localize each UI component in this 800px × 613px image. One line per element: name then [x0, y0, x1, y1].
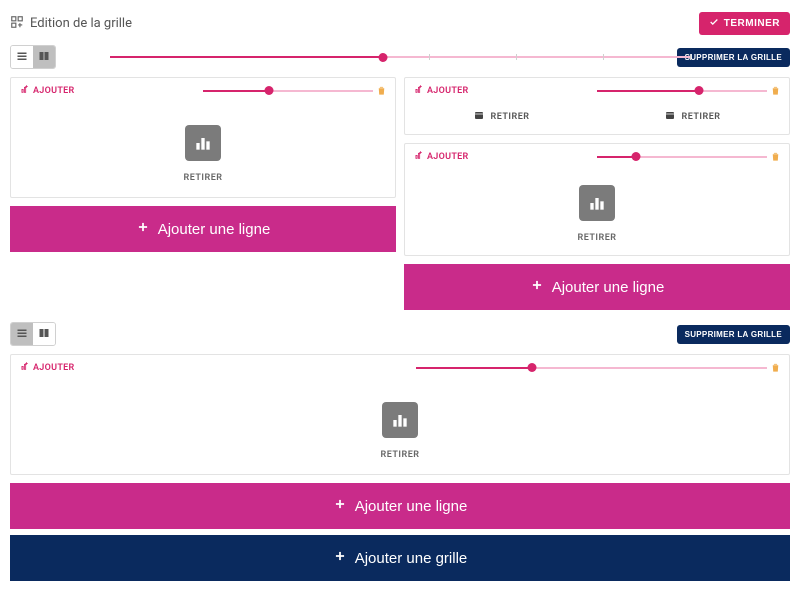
page-title: Edition de la grille: [10, 15, 132, 33]
remove-widget-button[interactable]: Retirer: [473, 109, 529, 124]
columns-icon: [38, 50, 50, 65]
cell-width-slider[interactable]: [597, 86, 767, 96]
delete-cell-button[interactable]: [376, 84, 387, 97]
grid-1-cell-1: Ajouter: [10, 77, 396, 198]
slider-handle[interactable]: [632, 152, 641, 161]
chart-add-icon: [19, 84, 29, 97]
terminate-label: Terminer: [724, 18, 780, 29]
add-grid-label: Ajouter une grille: [355, 550, 468, 567]
chart-add-icon: [413, 150, 423, 163]
plus-icon: [530, 278, 544, 296]
delete-grid-button[interactable]: Supprimer la grille: [677, 48, 790, 67]
grid-1-col-2: Ajouter: [404, 77, 790, 310]
remove-label: Retirer: [490, 112, 529, 122]
add-widget-label: Ajouter: [33, 86, 75, 96]
remove-widget-button[interactable]: Retirer: [664, 109, 720, 124]
remove-widget-button[interactable]: Retirer: [577, 233, 616, 243]
stack-icon: [16, 50, 28, 65]
settings-grid-icon: [10, 15, 24, 33]
add-widget-button[interactable]: Ajouter: [19, 84, 75, 97]
chart-placeholder-icon: [185, 125, 221, 161]
page-title-text: Edition de la grille: [30, 16, 132, 31]
add-row-button[interactable]: Ajouter une ligne: [10, 206, 396, 252]
columns-icon: [38, 327, 50, 342]
delete-cell-button[interactable]: [770, 361, 781, 374]
chart-placeholder-icon: [579, 185, 615, 221]
remove-label: Retirer: [681, 112, 720, 122]
package-icon: [664, 109, 676, 124]
view-toggle: [10, 45, 56, 69]
add-widget-label: Ajouter: [427, 86, 469, 96]
cell-width-slider[interactable]: [416, 363, 767, 373]
grid-2: Supprimer la grille Ajouter: [10, 320, 790, 529]
slider-handle[interactable]: [695, 86, 704, 95]
grid-2-cell-1: Ajouter: [10, 354, 790, 475]
view-toggle: [10, 322, 56, 346]
grid-1-cell-2: Ajouter: [404, 77, 790, 135]
stack-icon: [16, 327, 28, 342]
cell-width-slider[interactable]: [203, 86, 373, 96]
view-double-button[interactable]: [33, 46, 55, 68]
check-icon: [709, 17, 719, 30]
view-single-button[interactable]: [11, 323, 33, 345]
add-widget-button[interactable]: Ajouter: [413, 150, 469, 163]
grid-1-col-1: Ajouter: [10, 77, 396, 310]
delete-cell-button[interactable]: [770, 84, 781, 97]
add-widget-label: Ajouter: [427, 152, 469, 162]
grid-1-cell-3: Ajouter: [404, 143, 790, 256]
add-row-label: Ajouter une ligne: [552, 279, 665, 296]
slider-handle[interactable]: [265, 86, 274, 95]
delete-grid-button[interactable]: Supprimer la grille: [677, 325, 790, 344]
grid-2-header: Supprimer la grille: [10, 320, 790, 348]
slider-handle[interactable]: [527, 363, 536, 372]
page-header: Edition de la grille Terminer: [0, 0, 800, 43]
terminate-button[interactable]: Terminer: [699, 12, 790, 35]
chart-add-icon: [413, 84, 423, 97]
view-single-button[interactable]: [11, 46, 33, 68]
plus-icon: [333, 549, 347, 567]
add-row-label: Ajouter une ligne: [355, 498, 468, 515]
grid-2-col-1: Ajouter: [10, 354, 790, 475]
remove-widget-button[interactable]: Retirer: [380, 450, 419, 460]
grid-1-header: Supprimer la grille: [10, 43, 790, 71]
chart-add-icon: [19, 361, 29, 374]
delete-cell-button[interactable]: [770, 150, 781, 163]
package-icon: [473, 109, 485, 124]
grid-1: Supprimer la grille Ajouter: [10, 43, 790, 310]
plus-icon: [333, 497, 347, 515]
add-widget-button[interactable]: Ajouter: [413, 84, 469, 97]
add-row-label: Ajouter une ligne: [158, 221, 271, 238]
grid-1-width-slider[interactable]: [110, 47, 690, 67]
view-double-button[interactable]: [33, 323, 55, 345]
add-row-button[interactable]: Ajouter une ligne: [10, 483, 790, 529]
cell-width-slider[interactable]: [597, 152, 767, 162]
add-grid-button[interactable]: Ajouter une grille: [10, 535, 790, 581]
remove-widget-button[interactable]: Retirer: [183, 173, 222, 183]
plus-icon: [136, 220, 150, 238]
chart-placeholder-icon: [382, 402, 418, 438]
add-widget-label: Ajouter: [33, 363, 75, 373]
add-widget-button[interactable]: Ajouter: [19, 361, 75, 374]
slider-handle[interactable]: [378, 53, 387, 62]
add-row-button[interactable]: Ajouter une ligne: [404, 264, 790, 310]
